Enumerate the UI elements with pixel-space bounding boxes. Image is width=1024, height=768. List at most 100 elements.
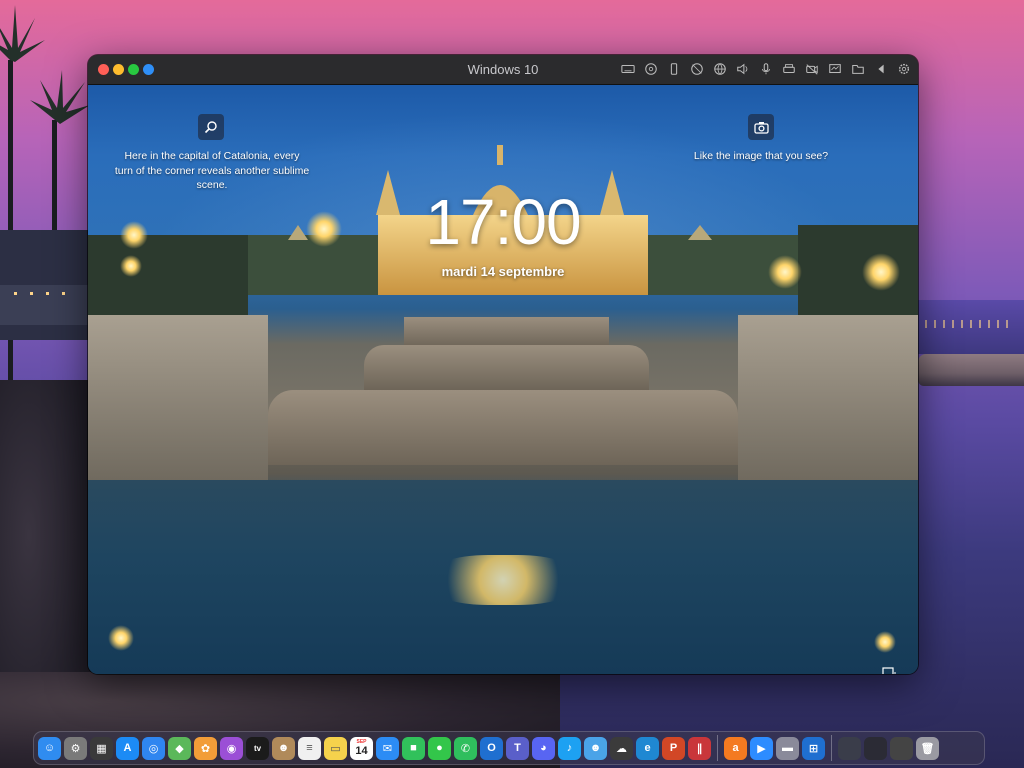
dock-app-finder[interactable]: ☺ — [38, 736, 61, 760]
speaker-icon[interactable] — [735, 61, 751, 77]
dock-app-system-preferences[interactable]: ⚙ — [64, 736, 87, 760]
zoom-icon: ▶ — [757, 742, 766, 755]
dock-app-tweetbot[interactable]: ☻ — [584, 736, 607, 760]
dock-app-messages[interactable]: ● — [428, 736, 451, 760]
facetime-icon: ■ — [410, 742, 417, 754]
dock-app-screen-app[interactable]: ▬ — [776, 736, 799, 760]
avast-icon: a — [732, 742, 739, 754]
macos-dock: ☺ ⚙ ▦ A ◎ ◆ ✿ ◉ tv ☻ ≡ ▭ SEP 14 ✉ ■ ● ✆ O T ◕ ♪ ☻ ☁ e P ∥ a ▶ ▬ ⊞ 🗑 — [33, 731, 985, 765]
microphone-icon[interactable] — [758, 61, 774, 77]
trash-icon: 🗑 — [920, 742, 935, 755]
dock-app-window-thumb-3[interactable] — [890, 736, 913, 760]
dock-app-contacts[interactable]: ☻ — [272, 736, 295, 760]
safari-icon: ◎ — [148, 742, 159, 755]
windows-10-icon: ⊞ — [808, 742, 819, 755]
dock-app-cloud-app[interactable]: ☁ — [610, 736, 633, 760]
dock-app-maps[interactable]: ◆ — [168, 736, 191, 760]
search-icon — [204, 121, 217, 134]
calculator-icon: ▦ — [96, 742, 107, 755]
calendar-day-label: 14 — [355, 745, 368, 757]
terrace-left — [88, 315, 268, 495]
windows-lock-screen[interactable]: Here in the capital of Catalonia, every … — [88, 85, 918, 674]
accessibility-icon[interactable] — [882, 667, 896, 674]
contacts-icon: ☻ — [277, 742, 290, 754]
vm-window: Windows 10 Here in the capital of Catalo… — [88, 55, 918, 674]
dock-app-calculator[interactable]: ▦ — [90, 736, 113, 760]
dock-app-app-store[interactable]: A — [116, 736, 139, 760]
twitter-icon: ♪ — [566, 742, 573, 754]
desktop-wallpaper-city-lights — [925, 320, 1015, 328]
camera-icon — [753, 121, 769, 134]
dock-app-window-thumb-1[interactable] — [838, 736, 861, 760]
screen-app-icon: ▬ — [782, 742, 793, 754]
dock-app-reminders[interactable]: ≡ — [298, 736, 321, 760]
dock-app-parallels[interactable]: ∥ — [688, 736, 711, 760]
dock-app-teams[interactable]: T — [506, 736, 529, 760]
dock-app-whatsapp[interactable]: ✆ — [454, 736, 477, 760]
dock-separator — [717, 735, 718, 761]
parallels-icon: ∥ — [696, 742, 703, 755]
settings-icon[interactable] — [896, 61, 912, 77]
dock-separator — [831, 735, 832, 761]
dock-app-windows-10[interactable]: ⊞ — [802, 736, 825, 760]
keyboard-icon[interactable] — [620, 61, 636, 77]
reflection-glow — [874, 631, 896, 653]
finder-icon: ☺ — [43, 742, 56, 754]
dock-app-safari[interactable]: ◎ — [142, 736, 165, 760]
dock-app-apple-tv[interactable]: tv — [246, 736, 269, 760]
dock-app-edge[interactable]: e — [636, 736, 659, 760]
reminders-icon: ≡ — [306, 742, 313, 754]
camera-off-icon[interactable] — [804, 61, 820, 77]
dock-app-facetime[interactable]: ■ — [402, 736, 425, 760]
folder-icon[interactable] — [850, 61, 866, 77]
reflection-glow — [428, 555, 578, 605]
dock-app-photos[interactable]: ✿ — [194, 736, 217, 760]
mail-icon: ✉ — [382, 742, 393, 755]
tweetbot-icon: ☻ — [589, 742, 602, 754]
spotlight-camera-button[interactable] — [748, 114, 774, 140]
usb-icon[interactable] — [666, 61, 682, 77]
dock-app-mail[interactable]: ✉ — [376, 736, 399, 760]
lock-screen-date: mardi 14 septembre — [441, 264, 565, 279]
lock-screen-time: 17:00 — [425, 186, 581, 258]
network-off-icon[interactable] — [689, 61, 705, 77]
window-titlebar[interactable]: Windows 10 — [88, 55, 918, 85]
notes-icon: ▭ — [330, 742, 341, 755]
dock-app-podcasts[interactable]: ◉ — [220, 736, 243, 760]
display-icon[interactable] — [827, 61, 843, 77]
maps-icon: ◆ — [175, 742, 184, 755]
fountain-upper — [404, 317, 609, 347]
dock-app-powerpoint[interactable]: P — [662, 736, 685, 760]
reflection-glow — [108, 625, 134, 651]
outlook-icon: O — [487, 742, 496, 754]
desktop-wallpaper-right-rocks — [918, 354, 1024, 386]
powerpoint-icon: P — [669, 742, 678, 754]
app-store-icon: A — [123, 742, 132, 754]
terrace-right — [738, 315, 918, 495]
globe-icon[interactable] — [712, 61, 728, 77]
edge-icon: e — [644, 742, 651, 754]
cd-icon[interactable] — [643, 61, 659, 77]
whatsapp-icon: ✆ — [460, 742, 471, 755]
cloud-app-icon: ☁ — [616, 742, 627, 755]
dock-app-outlook[interactable]: O — [480, 736, 503, 760]
dock-app-window-thumb-2[interactable] — [864, 736, 887, 760]
dock-app-calendar[interactable]: SEP 14 — [350, 736, 373, 760]
photos-icon: ✿ — [200, 742, 211, 755]
dock-app-trash[interactable]: 🗑 — [916, 736, 939, 760]
teams-icon: T — [514, 742, 521, 754]
fountain-lower — [268, 390, 738, 465]
printer-icon[interactable] — [781, 61, 797, 77]
apple-tv-icon: tv — [253, 743, 262, 753]
dock-app-discord[interactable]: ◕ — [532, 736, 555, 760]
arrow-left-icon[interactable] — [873, 61, 889, 77]
dock-app-avast[interactable]: a — [724, 736, 747, 760]
dock-app-twitter[interactable]: ♪ — [558, 736, 581, 760]
dock-app-zoom[interactable]: ▶ — [750, 736, 773, 760]
desktop-wallpaper-palm-trees — [0, 5, 95, 380]
dock-app-notes[interactable]: ▭ — [324, 736, 347, 760]
spotlight-right-text[interactable]: Like the image that you see? — [671, 149, 851, 164]
system-preferences-icon: ⚙ — [70, 742, 81, 755]
spotlight-search-button[interactable] — [198, 114, 224, 140]
discord-icon: ◕ — [540, 742, 547, 754]
